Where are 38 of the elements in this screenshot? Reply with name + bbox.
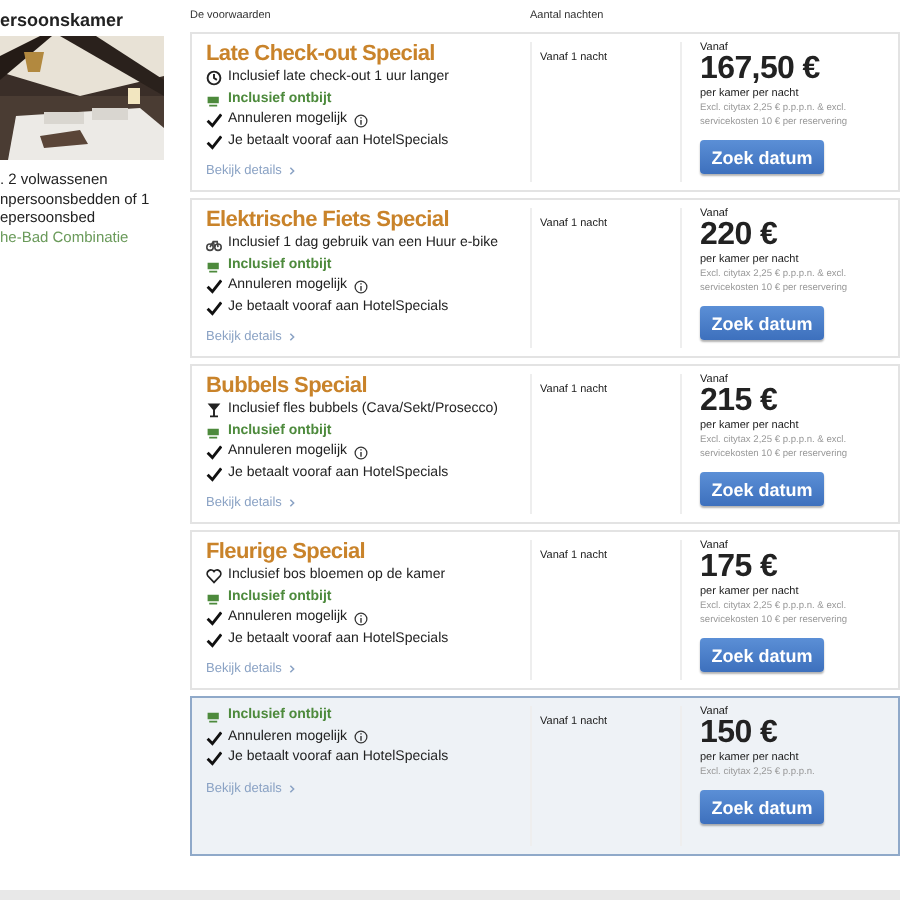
search-date-button[interactable]: Zoek datum [700,472,824,506]
coffee-cup-icon [206,91,222,108]
offer-title: Elektrische Fiets Special [206,208,452,232]
price-amount: 175 € [700,552,780,584]
info-icon[interactable] [353,611,368,626]
offer-title: Fleurige Special [206,540,368,564]
search-date-button[interactable]: Zoek datum [700,306,824,340]
chevron-icon [287,664,296,674]
offer-title: Late Check-out Special [206,42,437,66]
coffee-cup-icon [206,257,222,274]
info-icon[interactable] [353,113,368,128]
coffee-cup-icon [206,589,222,606]
offer-card[interactable] [190,198,900,358]
price-amount: 220 € [700,220,780,252]
chevron-icon [287,166,296,176]
coffee-cup-icon [206,708,222,725]
price-amount: 150 € [700,718,780,750]
search-date-button[interactable]: Zoek datum [700,140,824,174]
chevron-icon [287,783,296,793]
chevron-icon [287,498,296,508]
coffee-cup-icon [206,423,222,440]
chevron-icon [287,332,296,342]
offer-card[interactable] [190,32,900,192]
search-date-button[interactable]: Zoek datum [700,790,824,824]
bicycle-icon [206,236,222,253]
heart-icon [206,568,222,585]
offer-title: Bubbels Special [206,374,369,398]
price-amount: 215 € [700,386,780,418]
glass-icon [206,402,222,419]
info-icon[interactable] [353,445,368,460]
room-title: ersoonskamer [0,10,126,30]
info-icon[interactable] [353,730,368,745]
offer-card[interactable] [190,530,900,690]
price-amount: 167,50 € [700,54,822,86]
search-date-button[interactable]: Zoek datum [700,638,824,672]
offer-card[interactable] [190,364,900,524]
clock-icon [206,70,222,87]
info-icon[interactable] [353,279,368,294]
